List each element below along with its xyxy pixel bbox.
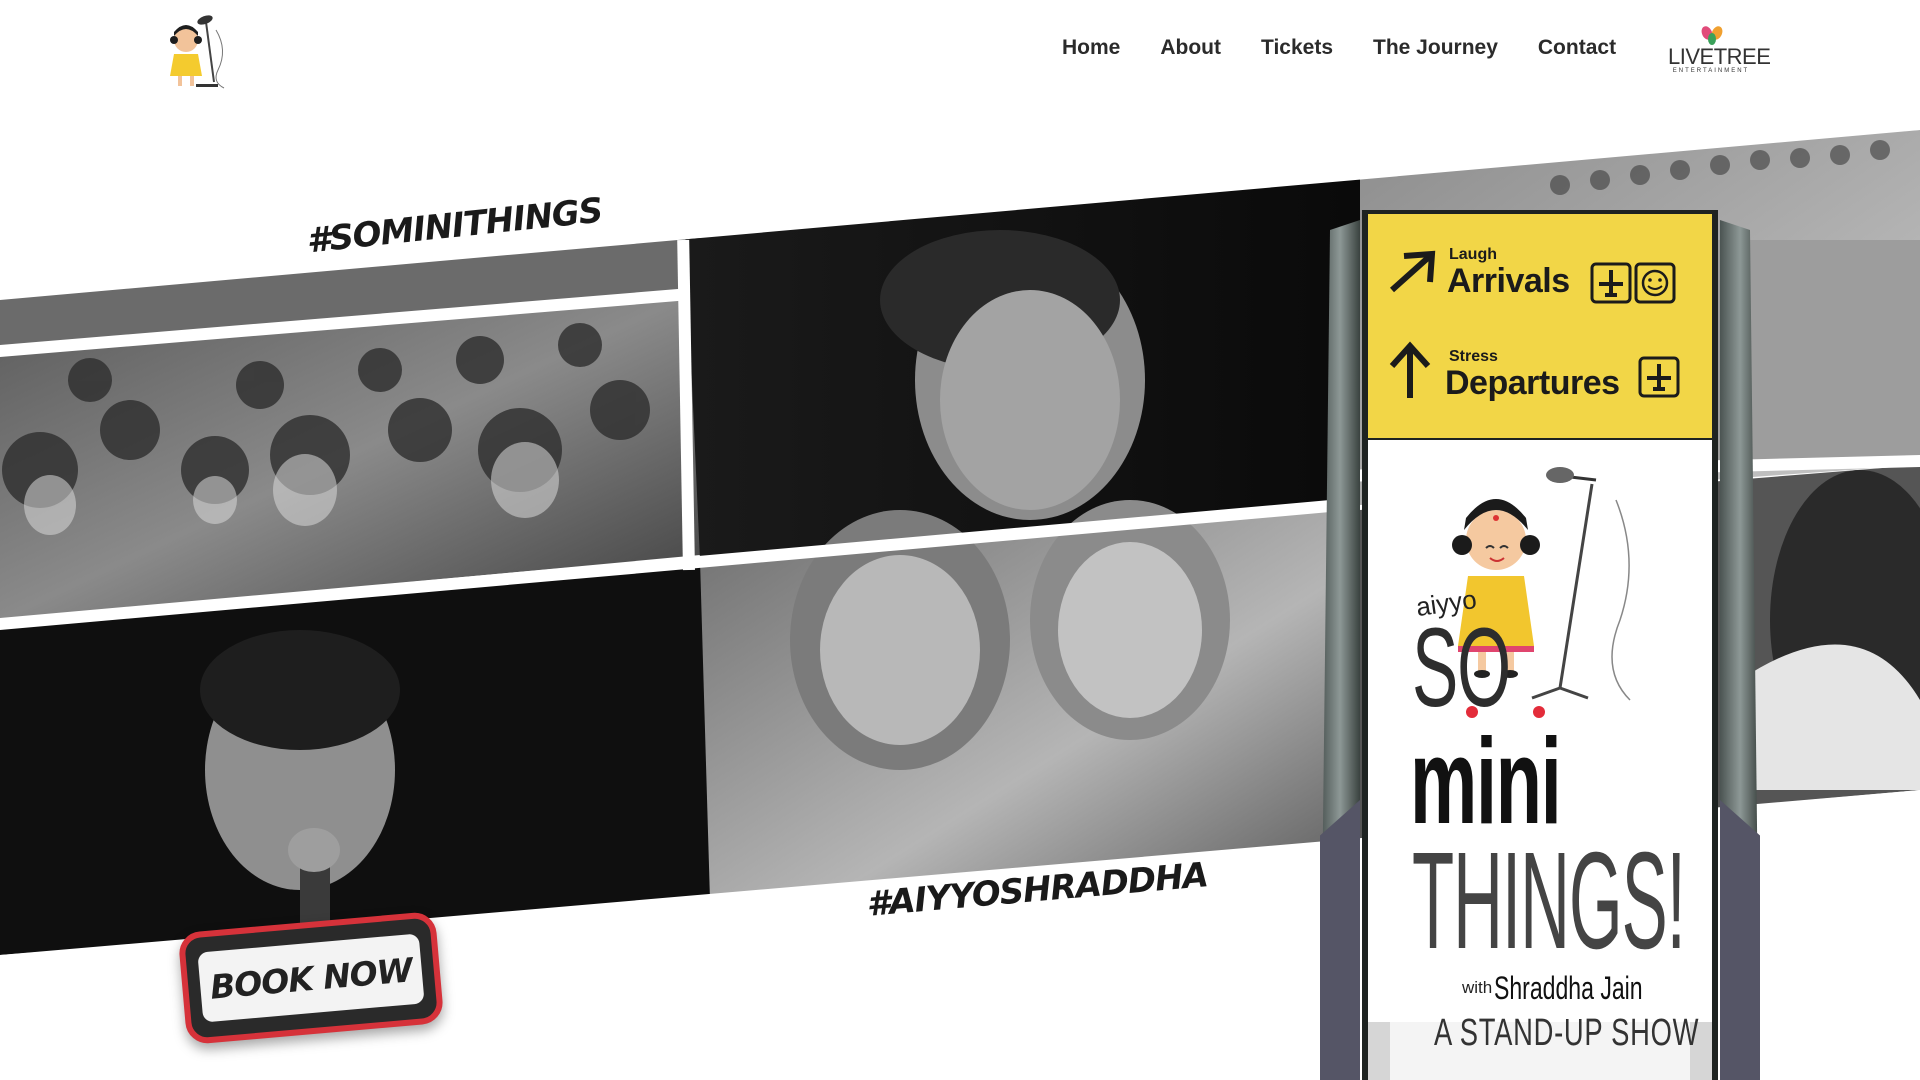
nav-home[interactable]: Home	[1062, 36, 1120, 60]
leaf-icon	[1701, 26, 1723, 45]
site-logo[interactable]	[166, 10, 236, 92]
poster-so: SO	[1412, 605, 1511, 730]
main-nav: Home About Tickets The Journey Contact	[1062, 36, 1656, 60]
nav-the-journey[interactable]: The Journey	[1373, 36, 1498, 60]
nav-contact[interactable]: Contact	[1538, 36, 1616, 60]
mascot-logo-icon	[170, 15, 225, 89]
book-now-label: BOOK NOW	[197, 933, 425, 1023]
poster-performer-name: Shraddha Jain	[1494, 970, 1643, 1006]
poster-things: THINGS!	[1412, 824, 1686, 978]
brand-name: LIVETREE	[1668, 44, 1771, 69]
poster-show-type: A STAND-UP SHOW	[1434, 1012, 1700, 1054]
poster-with: with	[1462, 978, 1493, 997]
sign-arrivals-label: Arrivals	[1447, 262, 1570, 300]
nav-about[interactable]: About	[1160, 36, 1221, 60]
sign-departures-label: Departures	[1445, 364, 1620, 402]
nav-tickets[interactable]: Tickets	[1261, 36, 1333, 60]
livetree-brand-logo[interactable]: LIVETREE ENTERTAINMENT	[1668, 24, 1771, 80]
book-now-button[interactable]: BOOK NOW	[177, 910, 445, 1046]
site-header: Home About Tickets The Journey Contact L…	[0, 0, 1920, 110]
brand-subtitle: ENTERTAINMENT	[1672, 68, 1750, 74]
